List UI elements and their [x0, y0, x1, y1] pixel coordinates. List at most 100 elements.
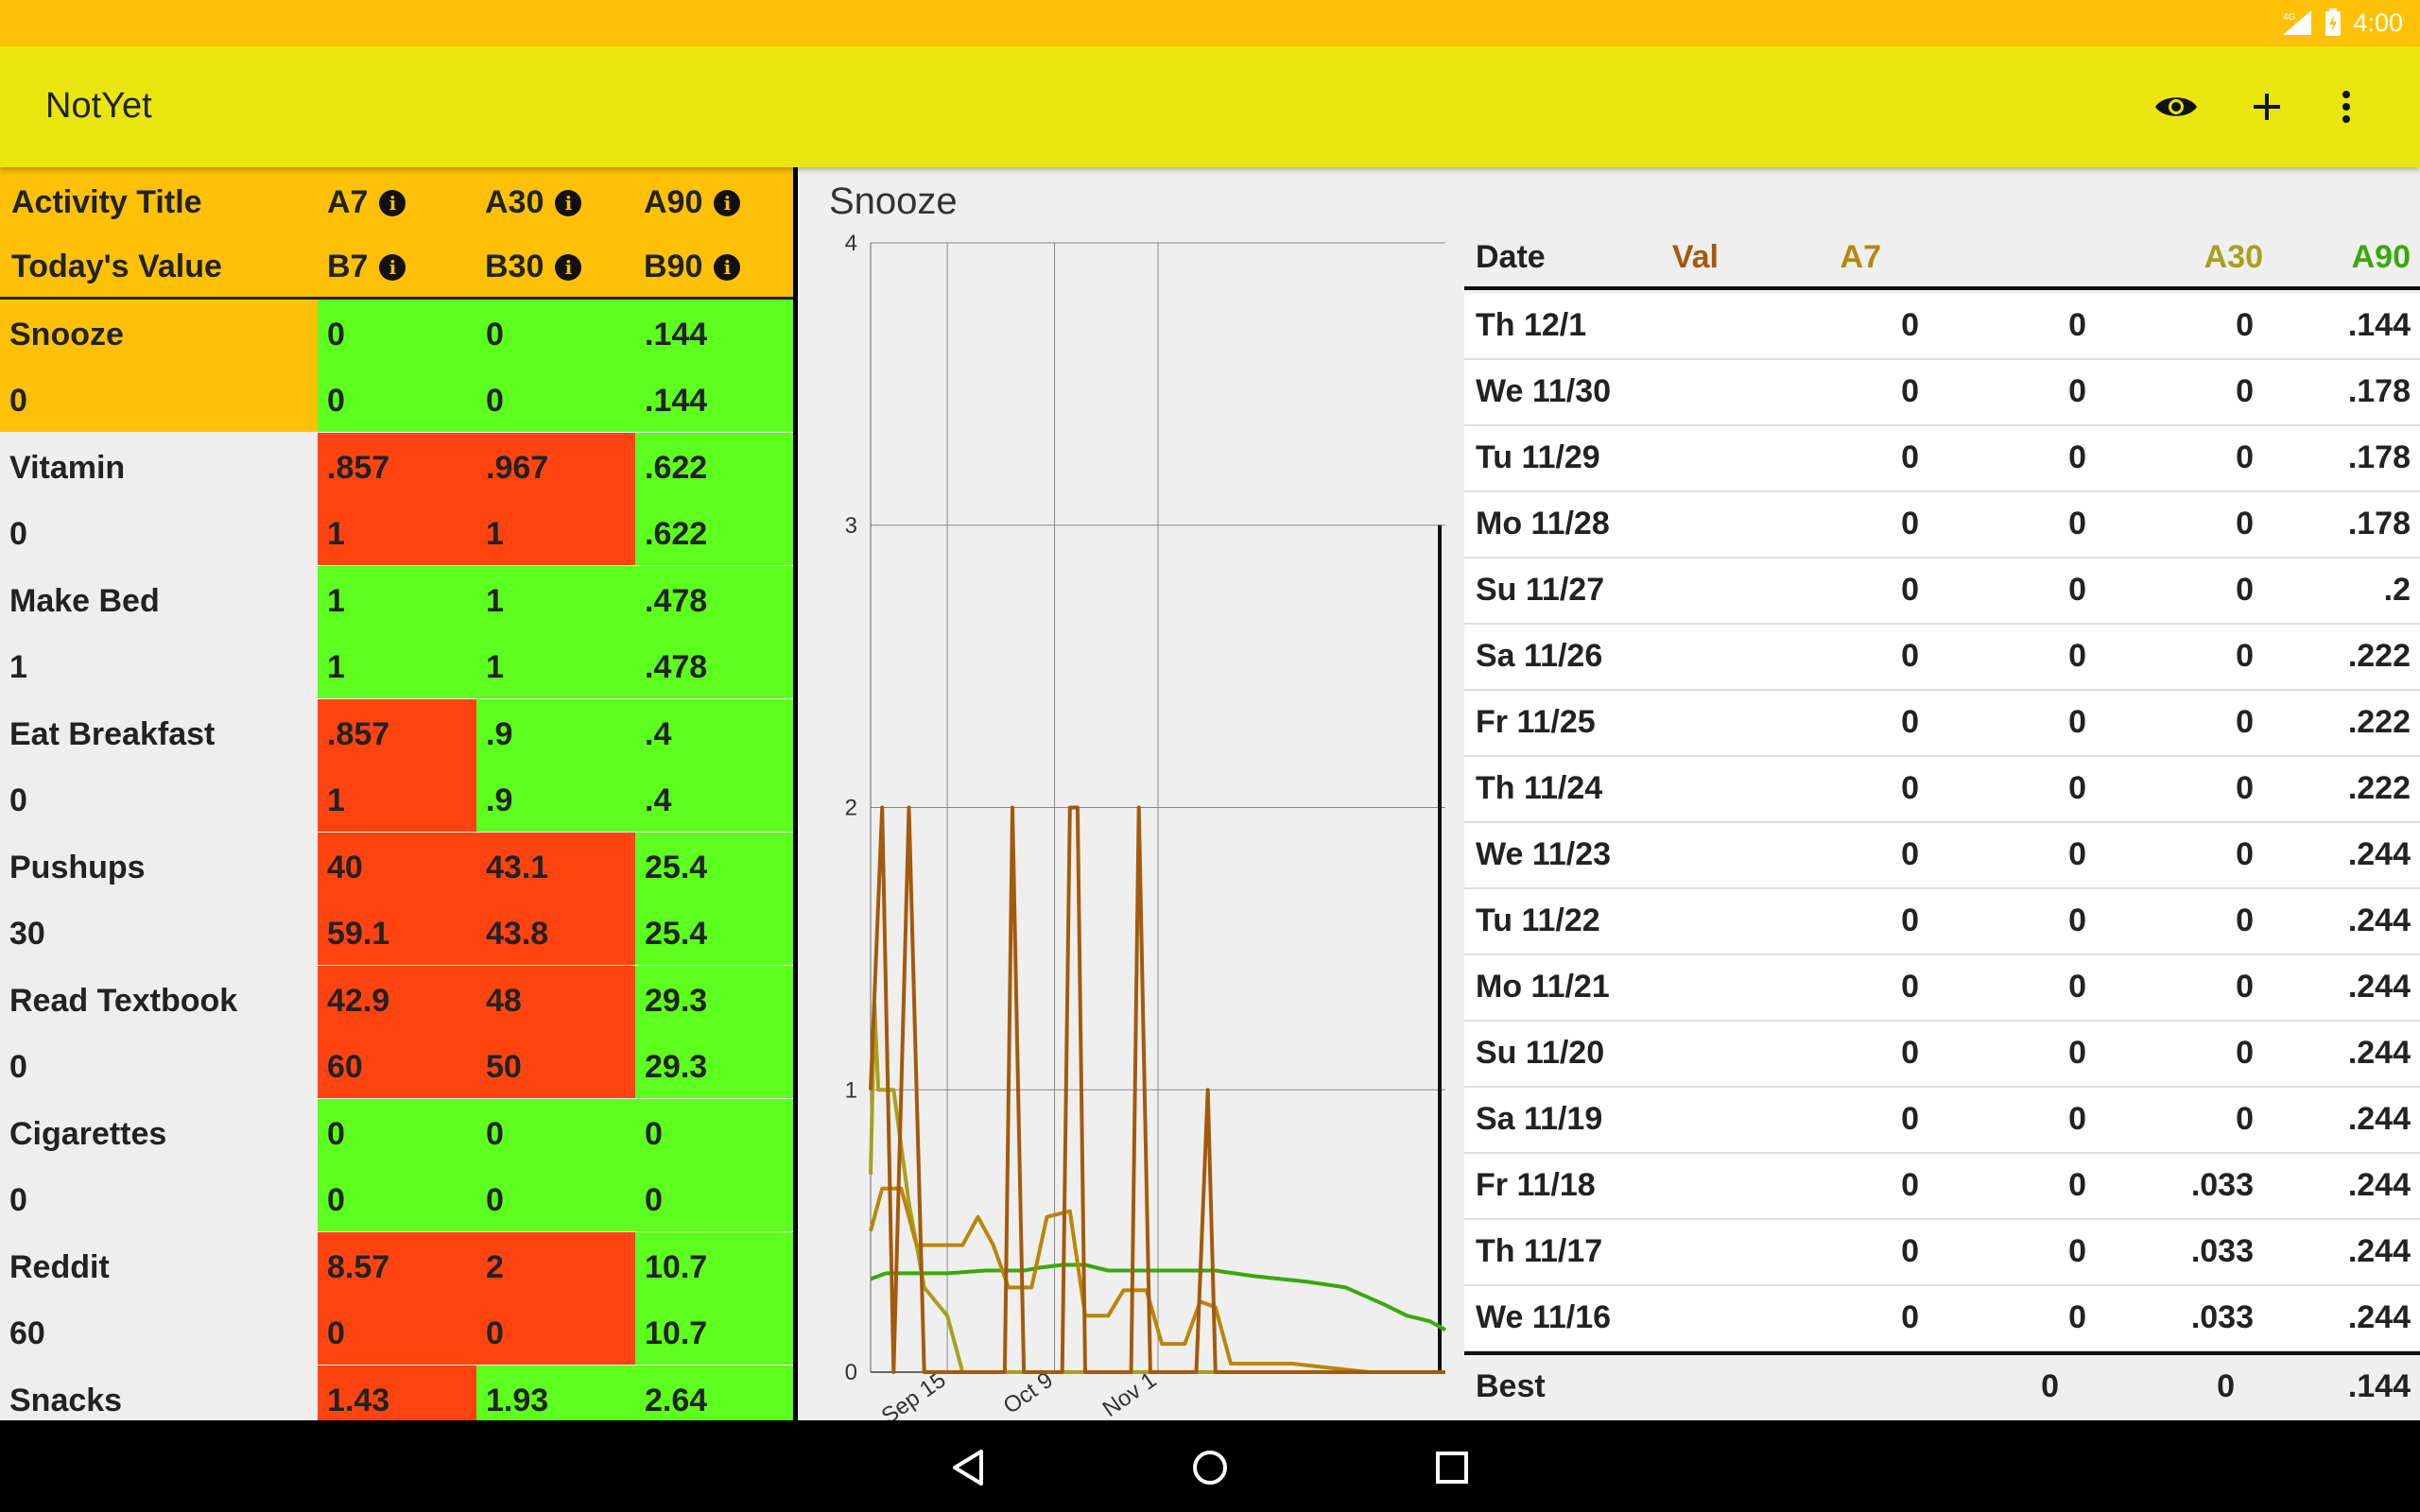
- activity-name: Reddit: [9, 1249, 110, 1285]
- table-row[interactable]: Tu 11/22 0 0 0 .244: [1464, 889, 2420, 955]
- history-table: Date Val A7 A30 A90 Th 12/1 0 0 0 .144 We 11/…: [1464, 167, 2420, 1420]
- activity-row[interactable]: Make Bed 1 1 1 1 1.478.478: [0, 566, 793, 698]
- table-row[interactable]: Th 11/17 0 0 .033 .244: [1464, 1220, 2420, 1286]
- table-row[interactable]: Tu 11/29 0 0 0 .178: [1464, 426, 2420, 492]
- header-a30[interactable]: A30 i: [485, 184, 582, 221]
- info-icon[interactable]: i: [379, 253, 406, 281]
- table-row[interactable]: Th 12/1 0 0 0 .144: [1464, 294, 2420, 360]
- clock: 4:00: [2353, 8, 2403, 37]
- activity-row[interactable]: Snooze 0 0 0 0 0.144.144: [0, 300, 793, 432]
- table-row[interactable]: We 11/23 0 0 0 .244: [1464, 823, 2420, 889]
- a30-value: 0: [486, 317, 504, 352]
- header-b7[interactable]: B7 i: [327, 249, 406, 285]
- grid-cell: 11: [318, 566, 476, 698]
- activity-row[interactable]: Eat Breakfast 0 .857 1 .9 .9 .4 .4: [0, 699, 793, 832]
- date-cell: Th 11/17: [1476, 1233, 1603, 1269]
- date-cell: Sa 11/19: [1476, 1101, 1603, 1137]
- b30-value: 1: [486, 516, 504, 552]
- a7-cell: 0: [2068, 572, 2086, 608]
- table-row[interactable]: Mo 11/21 0 0 0 .244: [1464, 955, 2420, 1022]
- b7-value: 0: [327, 1315, 345, 1351]
- eye-icon: [2155, 97, 2197, 116]
- a90-cell: .244: [2347, 1101, 2411, 1137]
- todays-value: 1: [9, 649, 27, 685]
- grid-cell: 1.43: [318, 1366, 476, 1420]
- header-b90[interactable]: B90 i: [644, 249, 741, 285]
- date-cell: We 11/30: [1476, 373, 1612, 409]
- grid-cell: .622 .622: [635, 433, 793, 565]
- a7-value: .857: [327, 716, 390, 752]
- header-a7[interactable]: A7 i: [327, 184, 406, 221]
- date-cell: Fr 11/18: [1476, 1167, 1596, 1203]
- table-row[interactable]: Sa 11/19 0 0 0 .244: [1464, 1088, 2420, 1154]
- y-tick-label: 2: [845, 796, 857, 821]
- b7-value: 0: [327, 383, 345, 419]
- battery-icon: [2325, 9, 2342, 36]
- todays-value: 0: [9, 383, 27, 419]
- y-tick-label: 4: [845, 231, 857, 256]
- activity-row[interactable]: Reddit 60 8.57 0 2 0 10.7 10.7: [0, 1232, 793, 1365]
- a30-cell: 0: [2236, 439, 2254, 475]
- a90-value: .622: [645, 450, 708, 486]
- b30-value: 1: [486, 649, 504, 685]
- date-cell: Mo 11/21: [1476, 969, 1610, 1005]
- recents-button[interactable]: [1422, 1437, 1482, 1498]
- val-cell: 0: [1901, 969, 1919, 1005]
- table-row[interactable]: We 11/16 0 0 .033 .244: [1464, 1286, 2420, 1352]
- footer-label: Best: [1476, 1368, 1546, 1404]
- a30-value: .9: [486, 716, 513, 752]
- back-icon: [953, 1450, 983, 1486]
- info-icon[interactable]: i: [555, 253, 582, 281]
- a7-cell: 0: [2068, 1299, 2086, 1335]
- date-cell: We 11/23: [1476, 836, 1612, 872]
- table-row[interactable]: Mo 11/28 0 0 0 .178: [1464, 492, 2420, 558]
- b30-value: 43.8: [486, 916, 549, 952]
- table-row[interactable]: We 11/30 0 0 0 .178: [1464, 360, 2420, 426]
- table-row[interactable]: Su 11/20 0 0 0 .244: [1464, 1022, 2420, 1088]
- header-a90[interactable]: A90 i: [644, 184, 741, 221]
- grid-header: Activity Title Today's Value A7 i B7 i A30…: [0, 167, 793, 300]
- info-icon[interactable]: i: [714, 253, 741, 281]
- table-row[interactable]: Fr 11/25 0 0 0 .222: [1464, 691, 2420, 757]
- val-cell: 0: [1901, 1035, 1919, 1071]
- activity-row[interactable]: Vitamin 0 .857 1 .967 1 .622 .622: [0, 433, 793, 565]
- info-icon[interactable]: i: [555, 189, 582, 216]
- grid-cell: Eat Breakfast 0: [0, 699, 318, 832]
- a90-cell: .144: [2347, 307, 2411, 343]
- eye-button[interactable]: [2146, 77, 2206, 137]
- val-cell: 0: [1901, 1233, 1919, 1269]
- grid-cell: 43.1 43.8: [476, 833, 635, 965]
- table-row[interactable]: Fr 11/18 0 0 .033 .244: [1464, 1154, 2420, 1220]
- info-icon[interactable]: i: [379, 189, 406, 216]
- grid-cell: 00: [476, 300, 635, 432]
- activity-name: Make Bed: [9, 583, 160, 619]
- activity-row[interactable]: Snacks 1.43 1.93 2.64: [0, 1366, 793, 1420]
- b7-value: 1: [327, 516, 345, 552]
- add-button[interactable]: [2237, 77, 2297, 137]
- a90-cell: .178: [2347, 506, 2411, 541]
- overflow-menu-button[interactable]: [2316, 77, 2377, 137]
- home-button[interactable]: [1180, 1437, 1240, 1498]
- a30-value: 0: [486, 1116, 504, 1152]
- back-button[interactable]: [938, 1437, 998, 1498]
- a30-cell: 0: [2236, 902, 2254, 938]
- app-bar: NotYet: [0, 46, 2420, 167]
- b7-value: 60: [327, 1049, 363, 1085]
- recents-icon: [1436, 1452, 1468, 1484]
- info-icon[interactable]: i: [714, 189, 741, 216]
- a90-cell: .222: [2347, 770, 2411, 806]
- a7-value: 0: [327, 1116, 345, 1152]
- a7-value: 0: [327, 317, 345, 352]
- activity-row[interactable]: Pushups 30 40 59.1 43.1 43.8 25.4 25.4: [0, 833, 793, 965]
- b30-value: 0: [486, 383, 504, 419]
- activity-row[interactable]: Cigarettes 0 0 0 0 0 0 0: [0, 1099, 793, 1231]
- activity-row[interactable]: Read Textbook 0 42.9 60 48 50 29.3 29.3: [0, 966, 793, 1098]
- todays-value: 0: [9, 1182, 27, 1218]
- table-row[interactable]: Th 11/24 0 0 0 .222: [1464, 757, 2420, 823]
- table-row[interactable]: Sa 11/26 0 0 0 .222: [1464, 625, 2420, 691]
- grid-cell: 40 59.1: [318, 833, 476, 965]
- val-cell: 0: [1901, 439, 1919, 475]
- x-tick-label: Oct 9: [999, 1367, 1058, 1419]
- table-row[interactable]: Su 11/27 0 0 0 .2: [1464, 558, 2420, 625]
- header-b30[interactable]: B30 i: [485, 249, 582, 285]
